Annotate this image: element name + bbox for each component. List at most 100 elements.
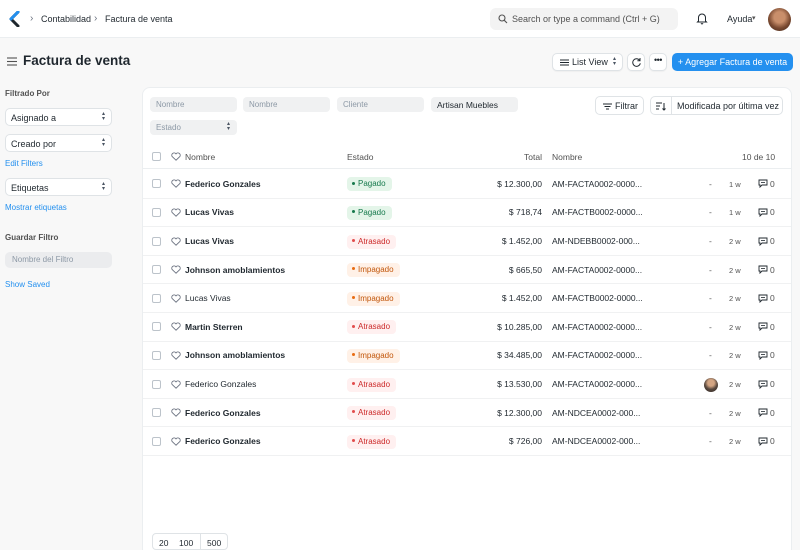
row-customer-name[interactable]: Federico Gonzales xyxy=(185,436,261,446)
row-customer-name[interactable]: Federico Gonzales xyxy=(185,179,261,189)
row-checkbox[interactable] xyxy=(152,379,161,389)
row-customer-name[interactable]: Lucas Vivas xyxy=(185,207,234,217)
row-customer-name[interactable]: Lucas Vivas xyxy=(185,293,231,303)
row-customer-name[interactable]: Johnson amoblamientos xyxy=(185,265,285,275)
customer-filter-input[interactable]: Cliente xyxy=(337,97,424,112)
created-by-select[interactable]: Creado por ▴ ▾ xyxy=(5,134,112,152)
table-header xyxy=(143,144,791,169)
customer-value-filter[interactable]: Artisan Muebles xyxy=(431,97,518,112)
heart-icon[interactable] xyxy=(171,351,181,360)
table-row[interactable] xyxy=(143,227,791,256)
table-row[interactable] xyxy=(143,284,791,313)
row-modified-age: 2 w xyxy=(729,322,741,332)
filter-button[interactable]: Filtrar xyxy=(595,96,644,115)
chevron-down-icon[interactable]: ▾ xyxy=(752,14,756,22)
heart-icon[interactable] xyxy=(171,408,181,417)
add-invoice-button[interactable]: + Agregar Factura de venta xyxy=(672,53,793,71)
heart-icon[interactable] xyxy=(171,265,181,274)
status-badge: Atrasado xyxy=(347,434,397,449)
row-invoice-id[interactable]: AM-NDCEA0002-000... xyxy=(552,408,640,418)
select-all-checkbox[interactable] xyxy=(152,152,161,161)
refresh-button[interactable] xyxy=(627,53,645,71)
bell-icon[interactable] xyxy=(696,12,708,25)
name-filter-input[interactable]: Nombre xyxy=(150,97,237,112)
comment-icon[interactable] xyxy=(758,208,768,217)
row-total: $ 665,50 xyxy=(508,264,542,275)
name-filter-input-2[interactable]: Nombre xyxy=(243,97,330,112)
row-invoice-id[interactable]: AM-FACTB0002-0000... xyxy=(552,207,643,217)
row-customer-name[interactable]: Johnson amoblamientos xyxy=(185,350,285,360)
heart-icon[interactable] xyxy=(171,179,181,189)
heart-icon[interactable] xyxy=(171,322,181,332)
row-customer-name[interactable]: Federico Gonzales xyxy=(185,408,261,418)
row-checkbox[interactable] xyxy=(152,293,161,303)
comment-icon[interactable] xyxy=(758,294,768,303)
column-header-total[interactable]: Total xyxy=(524,152,542,162)
user-avatar[interactable] xyxy=(768,8,791,31)
column-header-id[interactable]: Nombre xyxy=(552,152,582,162)
page-size-500-button[interactable]: 500 xyxy=(200,533,228,550)
comment-icon[interactable] xyxy=(758,408,768,418)
row-invoice-id[interactable]: AM-NDEBB0002-000... xyxy=(552,236,640,246)
row-invoice-id[interactable]: AM-FACTA0002-0000... xyxy=(552,179,642,189)
comment-icon[interactable] xyxy=(758,237,768,246)
heart-icon[interactable] xyxy=(171,437,181,446)
comment-icon[interactable] xyxy=(758,265,768,275)
row-checkbox[interactable] xyxy=(152,322,161,332)
row-comment-count: 0 xyxy=(770,264,775,275)
column-header-status[interactable]: Estado xyxy=(347,152,373,162)
show-saved-link[interactable]: Show Saved xyxy=(5,280,50,289)
list-view-button[interactable]: List View ▴ ▾ xyxy=(552,53,623,71)
breadcrumb-item-factura-de-venta[interactable]: Factura de venta xyxy=(105,14,173,24)
row-checkbox[interactable] xyxy=(152,179,161,189)
heart-icon[interactable] xyxy=(171,208,181,217)
row-invoice-id[interactable]: AM-FACTA0002-0000... xyxy=(552,322,642,332)
comment-icon[interactable] xyxy=(758,380,768,389)
status-label: Atrasado xyxy=(358,408,391,418)
help-menu[interactable]: Ayuda xyxy=(727,14,752,24)
row-invoice-id[interactable]: AM-FACTB0002-0000... xyxy=(552,293,643,303)
row-checkbox[interactable] xyxy=(152,436,161,446)
assigned-to-select[interactable]: Asignado a ▴ ▾ xyxy=(5,108,112,126)
row-customer-name[interactable]: Martin Sterren xyxy=(185,322,243,332)
edit-filters-link[interactable]: Edit Filters xyxy=(5,159,43,168)
search-bar[interactable]: Search or type a command (Ctrl + G) xyxy=(490,8,678,30)
row-customer-name[interactable]: Federico Gonzales xyxy=(185,379,256,389)
tags-select[interactable]: Etiquetas ▴ ▾ xyxy=(5,178,112,196)
row-checkbox[interactable] xyxy=(152,350,161,360)
comment-icon[interactable] xyxy=(758,322,768,332)
column-header-name[interactable]: Nombre xyxy=(185,152,215,162)
row-invoice-id[interactable]: AM-FACTA0002-0000... xyxy=(552,265,642,275)
breadcrumb-item-contabilidad[interactable]: Contabilidad xyxy=(41,14,91,24)
page-size-100-button[interactable]: 100 xyxy=(174,533,201,550)
heart-icon[interactable] xyxy=(171,379,181,389)
status-dot-icon xyxy=(352,181,355,185)
more-button[interactable]: ••• xyxy=(649,53,667,71)
page-size-20-button[interactable]: 20 xyxy=(152,533,175,550)
comment-icon[interactable] xyxy=(758,437,768,446)
comment-icon[interactable] xyxy=(758,351,768,360)
status-filter-select[interactable]: Estado ▴ ▾ xyxy=(150,120,237,135)
heart-icon[interactable] xyxy=(171,152,181,161)
row-customer-name[interactable]: Lucas Vivas xyxy=(185,236,234,246)
sort-button[interactable]: Modificada por última vez xyxy=(650,96,783,115)
comment-icon[interactable] xyxy=(758,179,768,189)
row-assignee-placeholder: - xyxy=(709,236,712,246)
hamburger-icon[interactable] xyxy=(7,57,17,66)
heart-icon[interactable] xyxy=(171,294,181,303)
row-assignee-placeholder: - xyxy=(709,321,712,332)
row-invoice-id[interactable]: AM-FACTA0002-0000... xyxy=(552,379,642,389)
assignee-avatar[interactable] xyxy=(704,377,718,392)
status-label: Pagado xyxy=(358,207,386,217)
row-checkbox[interactable] xyxy=(152,408,161,418)
show-tags-link[interactable]: Mostrar etiquetas xyxy=(5,203,67,212)
row-checkbox[interactable] xyxy=(152,236,161,246)
row-invoice-id[interactable]: AM-NDCEA0002-000... xyxy=(552,436,640,446)
filter-name-input[interactable]: Nombre del Filtro xyxy=(5,252,112,268)
table-row[interactable] xyxy=(143,199,791,228)
row-checkbox[interactable] xyxy=(152,207,161,217)
row-checkbox[interactable] xyxy=(152,265,161,275)
row-invoice-id[interactable]: AM-FACTA0002-0000... xyxy=(552,350,642,360)
chevron-logo-icon[interactable] xyxy=(8,11,22,27)
heart-icon[interactable] xyxy=(171,236,181,246)
